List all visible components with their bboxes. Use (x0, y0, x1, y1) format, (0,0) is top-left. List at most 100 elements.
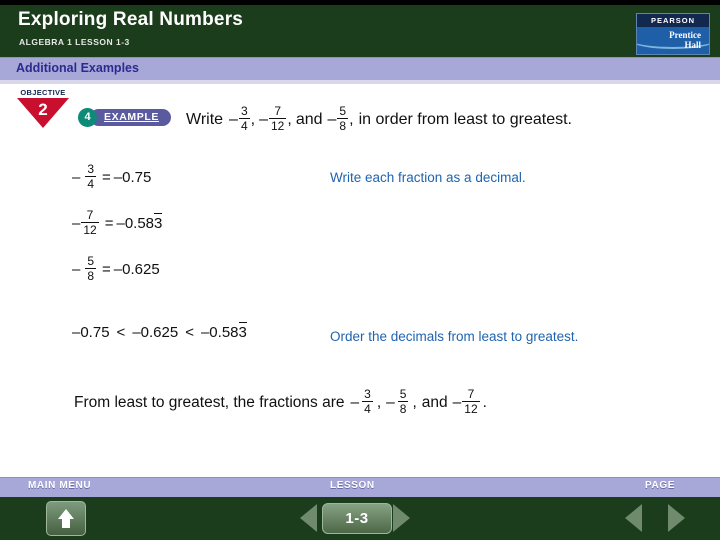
row-value-sign: – (116, 215, 125, 232)
repeating-digit: 3 (154, 213, 163, 232)
problem-fraction-1: 3 4 (238, 104, 250, 133)
problem-minus-2: – (259, 110, 268, 128)
numerator: 7 (274, 104, 282, 118)
annotation-order-decimals: Order the decimals from least to greates… (330, 329, 579, 344)
row-value-sign: – (113, 169, 123, 186)
work-row-3: – 5 8 = – 0.625 (72, 254, 160, 283)
numerator: 7 (86, 208, 94, 222)
conclusion-minus-2: – (386, 393, 395, 411)
problem-lead: Write (186, 110, 224, 128)
annotation-write-as-decimal: Write each fraction as a decimal. (330, 170, 526, 185)
row-fraction: 3 4 (85, 162, 97, 191)
slide-header: Exploring Real Numbers ALGEBRA 1 LESSON … (0, 5, 720, 57)
numerator: 5 (87, 254, 95, 268)
objective-label: OBJECTIVE (20, 88, 66, 97)
lesson-next-arrow-icon[interactable] (393, 504, 410, 532)
order-first: –0.75 (72, 324, 110, 341)
numerator: 3 (87, 162, 95, 176)
main-menu-home-button[interactable] (46, 501, 86, 536)
problem-comma-1: , (250, 110, 256, 128)
lesson-label: LESSON (330, 480, 375, 491)
problem-minus-1: – (229, 110, 238, 128)
denominator: 4 (362, 401, 373, 416)
denominator: 12 (81, 222, 99, 237)
conclusion-fraction-2: 5 8 (397, 387, 409, 416)
example-badge: 4 EXAMPLE (78, 108, 171, 127)
objective-badge: OBJECTIVE 2 (10, 88, 76, 128)
problem-comma-2: , (287, 110, 292, 128)
row-value-sign: – (113, 261, 123, 278)
row-value: 0.75 (122, 169, 152, 186)
logo-imprint-line1: Prentice (669, 30, 701, 40)
row-value: 0.58 (124, 215, 155, 232)
home-up-arrow-icon (58, 509, 74, 519)
conclusion-fraction-3: 7 12 (462, 387, 480, 416)
denominator: 4 (238, 118, 250, 133)
order-operator-1: < (116, 324, 126, 341)
denominator: 4 (85, 176, 97, 191)
main-menu-label: MAIN MENU (28, 480, 92, 491)
objective-triangle-icon: 2 (17, 98, 69, 128)
conclusion-minus-1: – (350, 393, 360, 411)
header-subtitle: ALGEBRA 1 LESSON 1-3 (19, 37, 130, 47)
conclusion-period: . (482, 393, 487, 411)
additional-examples-label: Additional Examples (16, 61, 139, 75)
conclusion-comma-1: , (376, 393, 382, 411)
footer-label-band: MAIN MENU LESSON PAGE (0, 477, 720, 498)
ordering-inequality: –0.75 < –0.625 < –0.58 3 (72, 322, 248, 341)
problem-statement: Write – 3 4 , – 7 12 , and – 5 8 , in or… (186, 104, 572, 133)
row-sign: – (72, 261, 81, 278)
conclusion-minus-3: – (452, 393, 462, 411)
objective-number: 2 (38, 100, 48, 119)
slide-content: OBJECTIVE 2 4 EXAMPLE Write – 3 4 , – 7 … (0, 84, 720, 466)
numerator: 3 (364, 387, 371, 401)
problem-fraction-3: 5 8 (337, 104, 349, 133)
repeating-digit: 3 (238, 322, 248, 341)
numerator: 3 (240, 104, 248, 118)
conclusion-and: and (421, 393, 448, 411)
denominator: 12 (462, 401, 480, 416)
conclusion-statement: From least to greatest, the fractions ar… (74, 387, 487, 416)
denominator: 8 (397, 401, 409, 416)
conclusion-comma-2: , (412, 393, 417, 411)
row-value: 0.625 (122, 261, 160, 278)
home-arrow-stem (62, 519, 70, 528)
row-equals: = (104, 215, 114, 232)
row-sign: – (72, 215, 81, 232)
row-fraction: 7 12 (81, 208, 99, 237)
denominator: 8 (337, 118, 349, 133)
conclusion-lead: From least to greatest, the fractions ar… (74, 393, 345, 411)
denominator: 12 (269, 118, 287, 133)
work-row-2: – 7 12 = – 0.58 3 (72, 208, 163, 237)
numerator: 5 (399, 387, 407, 401)
problem-and: and (295, 110, 323, 128)
numerator: 5 (339, 104, 347, 118)
order-second: –0.625 (132, 324, 179, 341)
footer-navigation-bar: 1-3 (0, 497, 720, 540)
row-equals: = (102, 261, 111, 278)
problem-minus-3: – (327, 110, 337, 128)
denominator: 8 (85, 268, 97, 283)
problem-fraction-2: 7 12 (269, 104, 287, 133)
lesson-number-button[interactable]: 1-3 (322, 503, 392, 534)
pearson-prentice-hall-logo: PEARSON Prentice Hall (636, 13, 710, 55)
numerator: 7 (467, 387, 475, 401)
row-fraction: 5 8 (85, 254, 97, 283)
example-number: 4 (78, 108, 97, 127)
example-label: EXAMPLE (90, 109, 171, 126)
page-next-arrow-icon[interactable] (668, 504, 685, 532)
work-row-1: – 3 4 = – 0.75 (72, 162, 152, 191)
order-third: –0.58 (200, 324, 239, 341)
order-operator-2: < (185, 324, 194, 341)
lesson-prev-arrow-icon[interactable] (300, 504, 317, 532)
problem-comma-3: , (349, 110, 354, 128)
page-label: PAGE (645, 480, 675, 491)
problem-tail: in order from least to greatest. (358, 110, 572, 128)
page-title: Exploring Real Numbers (18, 9, 244, 30)
additional-examples-band: Additional Examples (0, 57, 720, 80)
row-sign: – (72, 169, 81, 186)
row-equals: = (102, 169, 111, 186)
page-prev-arrow-icon[interactable] (625, 504, 642, 532)
conclusion-fraction-1: 3 4 (362, 388, 373, 415)
logo-imprint-line2: Hall (684, 40, 701, 50)
